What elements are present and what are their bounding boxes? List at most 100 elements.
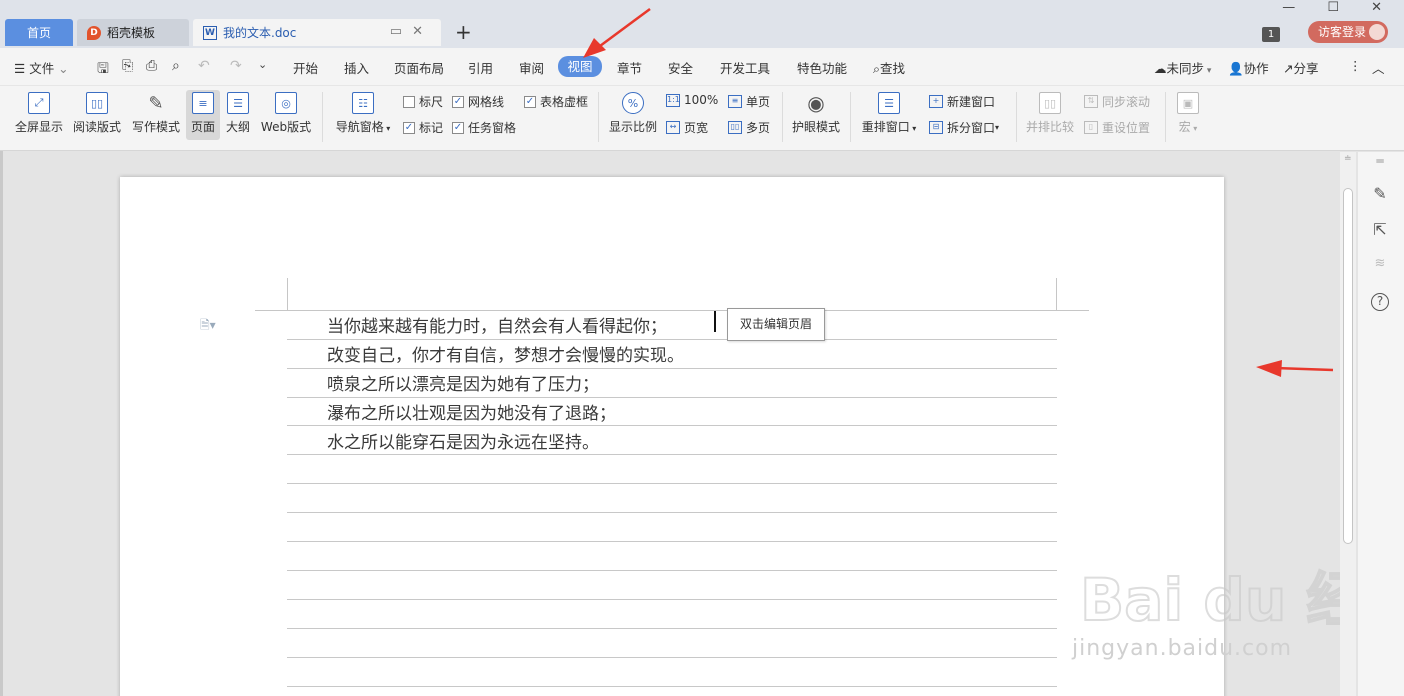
- multi-page-button[interactable]: ▯▯ 多页: [728, 119, 770, 136]
- gridline: [287, 397, 1057, 398]
- gridline: [287, 541, 1057, 542]
- share-button[interactable]: ↗分享: [1283, 58, 1319, 77]
- gridline: [287, 454, 1057, 455]
- menu-page-layout[interactable]: 页面布局: [394, 58, 444, 77]
- search-command[interactable]: ⌕查找: [873, 58, 905, 77]
- markup-label: 标记: [419, 121, 444, 135]
- document-line[interactable]: 瀑布之所以壮观是因为她没有了退路；: [327, 399, 616, 424]
- print-preview-icon[interactable]: ⌕: [172, 58, 180, 74]
- docer-logo-icon: D: [87, 25, 101, 40]
- side-by-side-button[interactable]: ▯▯ 并排比较: [1024, 90, 1076, 140]
- settings-sliders-icon[interactable]: ≋: [1370, 256, 1390, 271]
- page-view-button[interactable]: ≡ 页面: [186, 90, 220, 140]
- document-line[interactable]: 当你越来越有能力时，自然会有人看得起你；: [327, 312, 667, 337]
- window-count-badge[interactable]: 1: [1262, 27, 1280, 42]
- single-page-button[interactable]: ≡ 单页: [728, 93, 770, 110]
- menu-features[interactable]: 特色功能: [797, 58, 847, 77]
- pin-window-icon[interactable]: ▭: [390, 24, 412, 39]
- side-by-side-label: 并排比较: [1025, 120, 1074, 134]
- close-tab-icon[interactable]: ✕: [412, 24, 433, 39]
- zoom-100-label: 100%: [684, 93, 719, 107]
- document-line[interactable]: 改变自己，你才有自信，梦想才会慢慢的实现。: [327, 341, 684, 366]
- more-icon[interactable]: ⋮: [1349, 58, 1362, 73]
- edit-pen-icon[interactable]: ✎: [1370, 184, 1390, 203]
- customize-toolbar-icon[interactable]: ⌄: [258, 58, 267, 71]
- output-pdf-icon[interactable]: ⎘: [122, 58, 133, 74]
- window-controls[interactable]: — ☐ ✕: [1282, 0, 1396, 15]
- sync-scroll-button[interactable]: ⇅ 同步滚动: [1084, 93, 1150, 110]
- help-icon[interactable]: ?: [1371, 293, 1389, 311]
- new-tab-button[interactable]: +: [455, 20, 472, 44]
- macro-button[interactable]: ▣ 宏 ▾: [1174, 90, 1202, 140]
- collaborate-label: 协作: [1243, 61, 1269, 76]
- tab-template-label: 稻壳模板: [107, 26, 156, 40]
- tab-home[interactable]: 首页: [5, 19, 73, 46]
- sync-status[interactable]: ☁未同步 ▾: [1154, 58, 1211, 77]
- gridline: [287, 425, 1057, 426]
- sync-scroll-icon: ⇅: [1084, 95, 1098, 108]
- table-borders-checkbox[interactable]: ✓ 表格虚框: [524, 93, 588, 110]
- split-window-button[interactable]: ⊟ 拆分窗口 ▾: [929, 119, 999, 136]
- print-icon[interactable]: ⎙: [146, 58, 157, 74]
- menu-chapter[interactable]: 章节: [617, 58, 642, 77]
- redo-icon[interactable]: ↷: [230, 58, 242, 74]
- reset-position-button[interactable]: ▯ 重设位置: [1084, 119, 1150, 136]
- scroll-split-icon[interactable]: ≐: [1344, 154, 1352, 164]
- left-edge-strip: [0, 151, 3, 696]
- outline-view-button[interactable]: ☰ 大纲: [224, 90, 252, 140]
- ribbon-view: ⤢ 全屏显示 ▯▯ 阅读版式 ✎ 写作模式 ≡ 页面 ☰ 大纲 ◎ Web版式 …: [0, 86, 1404, 151]
- new-window-button[interactable]: + 新建窗口: [929, 93, 995, 110]
- tab-document[interactable]: W 我的文本.doc ▭✕: [193, 19, 441, 46]
- ruler-checkbox[interactable]: 标尺: [403, 93, 443, 110]
- sync-scroll-label: 同步滚动: [1102, 95, 1151, 109]
- nav-pane-button[interactable]: ☷ 导航窗格 ▾: [334, 90, 392, 140]
- scrollbar-thumb[interactable]: [1343, 188, 1353, 544]
- menu-start[interactable]: 开始: [293, 58, 318, 77]
- collaborate-button[interactable]: 👤协作: [1228, 58, 1269, 77]
- document-page[interactable]: 🗎▾ 当你越来越有能力时，自然会有人看得起你； 改变自己，你才有自信，梦想才会慢…: [120, 177, 1224, 696]
- page-width-button[interactable]: ↔ 页宽: [666, 119, 708, 136]
- multi-page-label: 多页: [746, 121, 771, 135]
- zoom-button[interactable]: % 显示比例: [608, 90, 658, 140]
- zoom-100-button[interactable]: 1:1 100%: [666, 93, 718, 107]
- rearrange-windows-button[interactable]: ☰ 重排窗口 ▾: [860, 90, 918, 140]
- markup-checkbox[interactable]: ✓ 标记: [403, 119, 443, 136]
- file-menu[interactable]: ☰ 文件 ⌄: [14, 58, 69, 77]
- collapse-panel-icon[interactable]: ═: [1370, 154, 1390, 168]
- paragraph-marker-icon[interactable]: 🗎▾: [200, 316, 216, 337]
- fullscreen-button[interactable]: ⤢ 全屏显示: [14, 90, 64, 140]
- web-view-button[interactable]: ◎ Web版式: [260, 90, 312, 140]
- single-page-label: 单页: [746, 95, 771, 109]
- select-cursor-icon[interactable]: ⇱: [1370, 220, 1390, 239]
- gridlines-checkbox[interactable]: ✓ 网格线: [452, 93, 504, 110]
- menu-insert[interactable]: 插入: [344, 58, 369, 77]
- menu-references[interactable]: 引用: [468, 58, 493, 77]
- write-mode-button[interactable]: ✎ 写作模式: [131, 90, 181, 140]
- file-menu-label: 文件: [29, 61, 55, 76]
- save-icon[interactable]: 🖫: [97, 58, 109, 82]
- undo-icon[interactable]: ↶: [198, 58, 210, 74]
- document-line[interactable]: 水之所以能穿石是因为永远在坚持。: [327, 428, 599, 453]
- ruler-checkbox-box: [403, 95, 415, 108]
- single-page-icon: ≡: [728, 95, 742, 108]
- menu-review[interactable]: 审阅: [519, 58, 544, 77]
- vertical-scrollbar[interactable]: ≐: [1340, 152, 1356, 696]
- gridline: [287, 599, 1057, 600]
- menu-developer[interactable]: 开发工具: [720, 58, 770, 77]
- document-line[interactable]: 喷泉之所以漂亮是因为她有了压力；: [327, 370, 599, 395]
- tab-docer-template[interactable]: D 稻壳模板: [77, 19, 189, 46]
- tab-document-tools: ▭✕: [390, 24, 433, 39]
- read-mode-button[interactable]: ▯▯ 阅读版式: [72, 90, 122, 140]
- chevron-down-icon: ▾: [1190, 124, 1198, 133]
- page-icon: ≡: [192, 92, 214, 114]
- edit-header-tooltip: 双击编辑页眉: [727, 308, 825, 341]
- menu-view[interactable]: 视图: [558, 56, 602, 77]
- chevron-down-icon: ▾: [909, 124, 917, 133]
- collapse-ribbon-icon[interactable]: ︿: [1372, 58, 1385, 77]
- eye-protect-button[interactable]: ◉ 护眼模式: [790, 90, 842, 140]
- task-pane-checkbox[interactable]: ✓ 任务窗格: [452, 119, 516, 136]
- guest-login-label: 访客登录: [1318, 25, 1367, 39]
- guest-login-button[interactable]: 访客登录: [1308, 21, 1388, 43]
- menu-security[interactable]: 安全: [668, 58, 693, 77]
- annotation-arrow-to-page: [1256, 360, 1334, 377]
